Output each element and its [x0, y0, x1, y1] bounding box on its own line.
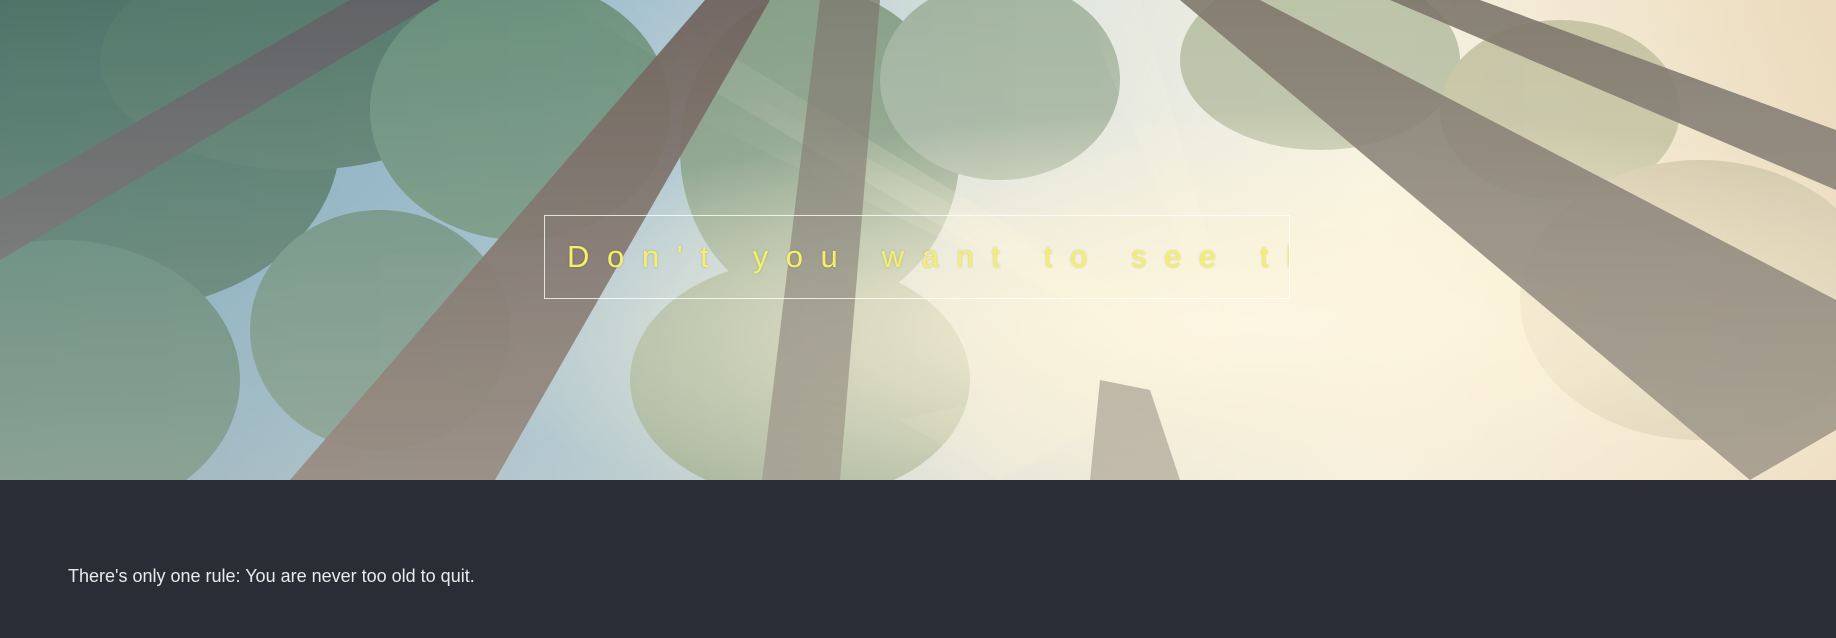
quote-text: There's only one rule: You are never too… [68, 566, 475, 586]
footer-section [0, 480, 1836, 638]
headline-frame: Don't you want to see this? [544, 215, 1290, 299]
hero-headline: Don't you want to see this? [567, 239, 1289, 274]
hero-banner: Don't you want to see this? [0, 0, 1836, 480]
